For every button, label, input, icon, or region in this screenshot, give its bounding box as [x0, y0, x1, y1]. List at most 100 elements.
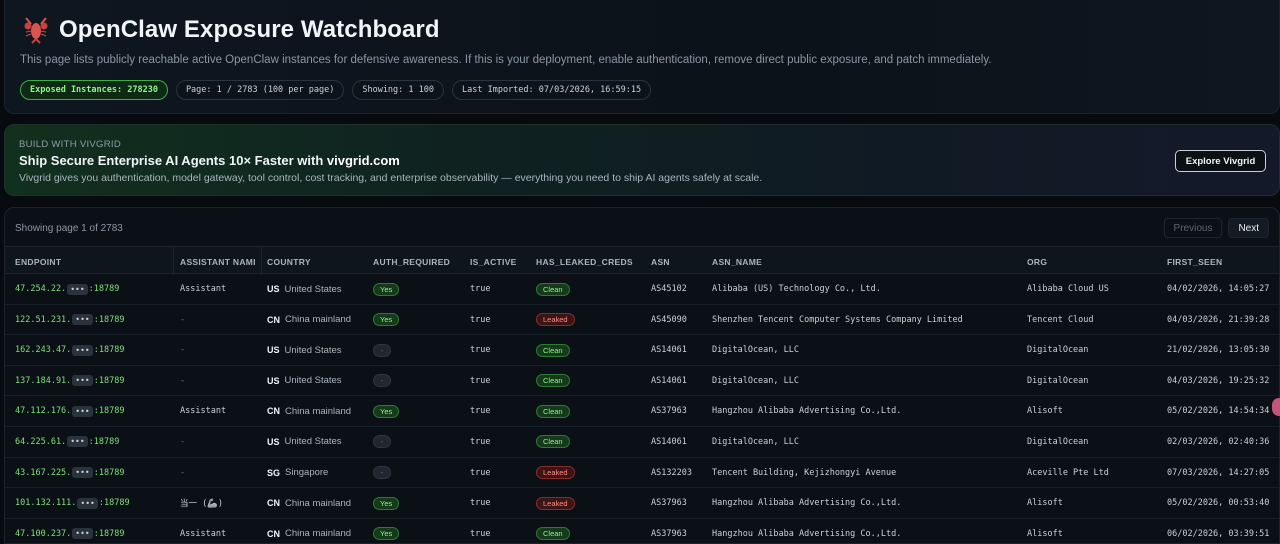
- is-active-cell: true: [470, 375, 491, 386]
- is-active-cell: true: [470, 314, 491, 325]
- auth-required-badge: -: [373, 466, 391, 480]
- country-name: Singapore: [285, 467, 329, 479]
- first-seen-cell: 05/02/2026, 14:54:34: [1167, 406, 1270, 417]
- leaked-creds-badge: Clean: [536, 343, 570, 357]
- col-org[interactable]: ORG: [1027, 257, 1047, 267]
- auth-required-badge: Yes: [373, 313, 400, 327]
- vivgrid-link[interactable]: vivgrid.com: [327, 153, 400, 168]
- floating-scroll-handle[interactable]: [1272, 398, 1280, 416]
- table-row[interactable]: 101.132.111. •••:18789 当一 (🦾) CN China mainl…: [5, 488, 1279, 519]
- country-name: China mainland: [285, 497, 352, 509]
- asn-cell: AS45102: [651, 284, 687, 294]
- col-first-seen[interactable]: FIRST_SEEN: [1167, 257, 1222, 267]
- endpoint-port: :18789: [93, 345, 125, 356]
- country-cell: US United States: [267, 427, 342, 457]
- auth-required-badge: Yes: [373, 496, 400, 510]
- first-seen-cell: 04/03/2026, 21:39:28: [1167, 314, 1270, 325]
- first-seen-cell: 02/03/2026, 02:40:36: [1167, 436, 1270, 447]
- org-cell: Alibaba Cloud US: [1027, 284, 1109, 294]
- leaked-creds-cell: Leaked: [536, 458, 575, 488]
- endpoint-port: :18789: [93, 375, 125, 386]
- org-cell: Alisoft: [1027, 406, 1063, 417]
- asn-cell: AS14061: [651, 345, 687, 356]
- table-row[interactable]: 122.51.231. •••:18789 - CN China mainland Yes…: [5, 305, 1279, 336]
- masked-octet: •••: [72, 314, 93, 326]
- auth-required-badge: -: [373, 374, 391, 388]
- leaked-creds-badge: Leaked: [536, 496, 575, 510]
- endpoint-ip: 47.112.176.: [15, 406, 72, 417]
- table-row[interactable]: 47.112.176. •••:18789 Assistant CN China mai…: [5, 396, 1279, 427]
- auth-required-cell: Yes: [373, 519, 400, 543]
- endpoint-ip: 64.225.61.: [15, 436, 67, 447]
- org-cell: DigitalOcean: [1027, 345, 1089, 356]
- endpoint-cell[interactable]: 47.112.176. •••:18789: [15, 396, 124, 426]
- endpoint-ip: 162.243.47.: [15, 345, 72, 356]
- leaked-creds-badge: Clean: [536, 527, 570, 541]
- leaked-creds-badge: Clean: [536, 282, 570, 296]
- instances-table-panel: Showing page 1 of 2783 Previous Next END…: [4, 207, 1280, 544]
- first-seen-cell: 06/02/2026, 03:39:51: [1167, 528, 1270, 539]
- country-code: US: [267, 375, 280, 386]
- asn-name-cell: DigitalOcean, LLC: [712, 375, 799, 386]
- is-active-cell: true: [470, 498, 491, 509]
- leaked-creds-cell: Clean: [536, 396, 570, 426]
- country-name: United States: [284, 283, 342, 295]
- col-asn-name[interactable]: ASN_NAME: [712, 257, 762, 267]
- country-name: China mainland: [285, 314, 352, 326]
- table-row[interactable]: 47.254.22. •••:18789 Assistant US United Sta…: [5, 274, 1279, 305]
- endpoint-cell[interactable]: 137.184.91. •••:18789: [15, 366, 124, 396]
- promo-title-text: Ship Secure Enterprise AI Agents 10× Fas…: [19, 153, 327, 168]
- next-button[interactable]: Next: [1228, 218, 1269, 238]
- promo-tag: BUILD WITH VIVGRID: [19, 139, 121, 150]
- is-active-cell: true: [470, 528, 491, 539]
- country-code: SG: [267, 467, 281, 478]
- is-active-cell: true: [470, 406, 491, 417]
- leaked-creds-badge: Clean: [536, 435, 570, 449]
- col-has-leaked-creds[interactable]: HAS_LEAKED_CREDS: [536, 257, 633, 267]
- auth-required-badge: Yes: [373, 527, 400, 541]
- endpoint-cell[interactable]: 43.167.225. •••:18789: [15, 458, 124, 488]
- previous-button[interactable]: Previous: [1163, 218, 1223, 238]
- endpoint-cell[interactable]: 47.254.22. •••:18789: [15, 274, 119, 304]
- table-row[interactable]: 162.243.47. •••:18789 - US United States - tru…: [5, 335, 1279, 366]
- header-panel: OpenClaw Exposure Watchboard This page l…: [4, 0, 1280, 114]
- country-cell: US United States: [267, 274, 342, 304]
- first-seen-cell: 04/02/2026, 14:05:27: [1167, 284, 1270, 294]
- col-asn[interactable]: ASN: [651, 257, 670, 267]
- endpoint-port: :18789: [93, 467, 125, 478]
- last-imported-badge: Last Imported: 07/03/2026, 16:59:15: [452, 80, 652, 100]
- leaked-creds-cell: Clean: [536, 335, 570, 365]
- leaked-creds-badge: Clean: [536, 404, 570, 418]
- masked-octet: •••: [72, 344, 93, 356]
- asn-cell: AS37963: [651, 498, 687, 509]
- col-auth-required[interactable]: AUTH_REQUIRED: [373, 257, 450, 267]
- endpoint-cell[interactable]: 162.243.47. •••:18789: [15, 335, 124, 365]
- country-cell: US United States: [267, 366, 342, 396]
- endpoint-cell[interactable]: 64.225.61. •••:18789: [15, 427, 119, 457]
- table-row[interactable]: 47.100.237. •••:18789 Assistant CN China mai…: [5, 519, 1279, 543]
- endpoint-port: :18789: [98, 498, 130, 509]
- explore-vivgrid-button[interactable]: Explore Vivgrid: [1175, 150, 1266, 172]
- table-row[interactable]: 137.184.91. •••:18789 - US United States - tru…: [5, 366, 1279, 397]
- country-cell: CN China mainland: [267, 488, 351, 518]
- asn-cell: AS45090: [651, 314, 687, 325]
- org-cell: Alisoft: [1027, 498, 1063, 509]
- endpoint-cell[interactable]: 47.100.237. •••:18789: [15, 519, 124, 543]
- leaked-creds-badge: Leaked: [536, 466, 575, 480]
- is-active-cell: true: [470, 467, 491, 478]
- col-is-active[interactable]: IS_ACTIVE: [470, 257, 517, 267]
- country-cell: US United States: [267, 335, 342, 365]
- endpoint-cell[interactable]: 122.51.231. •••:18789: [15, 305, 124, 335]
- auth-required-cell: Yes: [373, 274, 400, 304]
- showing-page-label: Showing page 1 of 2783: [15, 223, 123, 234]
- promo-banner: BUILD WITH VIVGRID Ship Secure Enterpris…: [4, 124, 1280, 196]
- col-assistant-name[interactable]: ASSISTANT NAMI: [180, 257, 256, 267]
- endpoint-cell[interactable]: 101.132.111. •••:18789: [15, 488, 130, 518]
- table-row[interactable]: 43.167.225. •••:18789 - SG Singapore - true Lea…: [5, 458, 1279, 489]
- col-endpoint[interactable]: ENDPOINT: [15, 257, 61, 267]
- endpoint-port: :18789: [88, 284, 120, 294]
- table-row[interactable]: 64.225.61. •••:18789 - US United States - true…: [5, 427, 1279, 458]
- assistant-name-cell: Assistant: [180, 406, 227, 417]
- col-country[interactable]: COUNTRY: [267, 257, 311, 267]
- masked-octet: •••: [72, 528, 93, 540]
